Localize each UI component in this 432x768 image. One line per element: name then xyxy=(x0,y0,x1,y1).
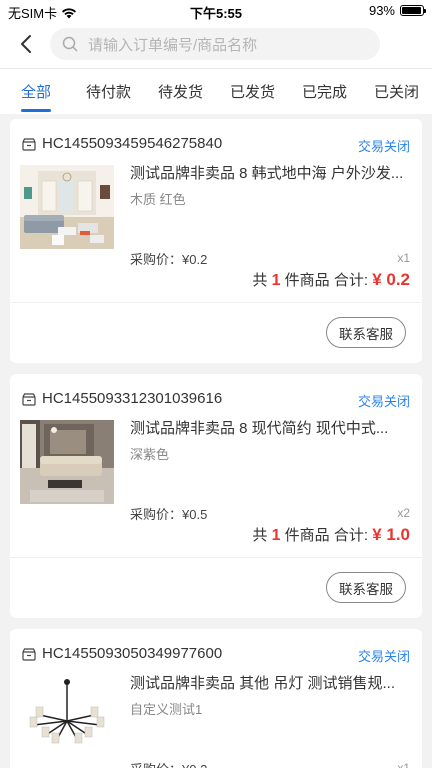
tab-closed[interactable]: 已关闭 xyxy=(374,81,419,102)
search-input[interactable]: 请输入订单编号/商品名称 xyxy=(50,28,380,60)
shop-icon xyxy=(22,393,36,406)
order-status-tabs: 全部 待付款 待发货 已发货 已完成 已关闭 xyxy=(0,68,432,114)
tab-shipped[interactable]: 已发货 xyxy=(230,81,275,102)
order-card[interactable]: HC1455093459546275840 交易关闭 测试品牌非卖品 8 韩式地… xyxy=(10,119,422,363)
order-status: 交易关闭 xyxy=(357,394,410,409)
search-placeholder: 请输入订单编号/商品名称 xyxy=(88,36,258,54)
divider xyxy=(10,557,422,558)
product-spec: 深紫色 xyxy=(130,447,170,462)
shop-icon xyxy=(22,648,36,661)
order-card[interactable]: HC1455093050349977600 交易关闭 测试品牌非卖品 其他 吊灯… xyxy=(10,629,422,768)
product-spec: 自定义测试1 xyxy=(130,702,203,717)
quantity: x1 xyxy=(397,761,410,768)
purchase-price: 采购价：¥0.2 xyxy=(130,759,207,768)
clock: 下午5:55 xyxy=(189,6,243,21)
tab-completed[interactable]: 已完成 xyxy=(302,81,347,102)
chevron-left-icon xyxy=(21,35,31,53)
tab-all[interactable]: 全部 xyxy=(21,81,51,102)
shop-icon xyxy=(22,138,36,151)
battery-icon xyxy=(400,5,426,16)
purchase-price: 采购价：¥0.2 xyxy=(130,252,208,267)
nav-bar: 请输入订单编号/商品名称 xyxy=(0,22,432,68)
order-card[interactable]: HC1455093312301039616 交易关闭 测试品牌非卖品 8 现代简… xyxy=(10,374,422,618)
total-count: 1 xyxy=(271,527,281,544)
status-bar: 无SIM卡 下午5:55 93% xyxy=(0,0,432,22)
order-number: HC1455093459546275840 xyxy=(42,135,223,152)
order-number: HC1455093050349977600 xyxy=(42,645,223,662)
contact-service-button[interactable]: 联系客服 xyxy=(326,317,406,348)
quantity: x2 xyxy=(397,506,410,520)
order-number: HC1455093312301039616 xyxy=(42,390,223,407)
search-icon xyxy=(62,36,78,52)
total-mid: 件商品 合计: xyxy=(284,527,369,544)
quantity: x1 xyxy=(397,251,410,265)
divider xyxy=(10,302,422,303)
total-amount: ¥ 1.0 xyxy=(372,525,410,544)
total-count: 1 xyxy=(271,272,281,289)
product-image-living-room[interactable] xyxy=(20,420,114,504)
product-image-chandelier[interactable] xyxy=(20,675,114,759)
order-status: 交易关闭 xyxy=(357,649,410,664)
product-name[interactable]: 测试品牌非卖品 8 现代简约 现代中式... xyxy=(130,417,410,438)
order-status: 交易关闭 xyxy=(357,139,410,154)
contact-service-button[interactable]: 联系客服 xyxy=(326,572,406,603)
total-amount: ¥ 0.2 xyxy=(372,270,410,289)
product-name[interactable]: 测试品牌非卖品 其他 吊灯 测试销售规... xyxy=(130,672,410,693)
active-tab-indicator xyxy=(21,109,51,112)
total-prefix: 共 xyxy=(252,272,268,289)
total-prefix: 共 xyxy=(252,527,268,544)
order-total: 共 1 件商品 合计: ¥ 0.2 xyxy=(252,269,410,290)
back-button[interactable] xyxy=(12,30,40,58)
tab-pending-shipment[interactable]: 待发货 xyxy=(158,81,203,102)
battery-percent: 93% xyxy=(368,3,395,18)
product-spec: 木质 红色 xyxy=(130,192,186,207)
tab-pending-payment[interactable]: 待付款 xyxy=(86,81,131,102)
product-image-sofa-room[interactable] xyxy=(20,165,114,249)
purchase-price: 采购价：¥0.5 xyxy=(130,507,208,522)
total-mid: 件商品 合计: xyxy=(284,272,369,289)
order-total: 共 1 件商品 合计: ¥ 1.0 xyxy=(252,524,410,545)
product-name[interactable]: 测试品牌非卖品 8 韩式地中海 户外沙发... xyxy=(130,162,410,183)
